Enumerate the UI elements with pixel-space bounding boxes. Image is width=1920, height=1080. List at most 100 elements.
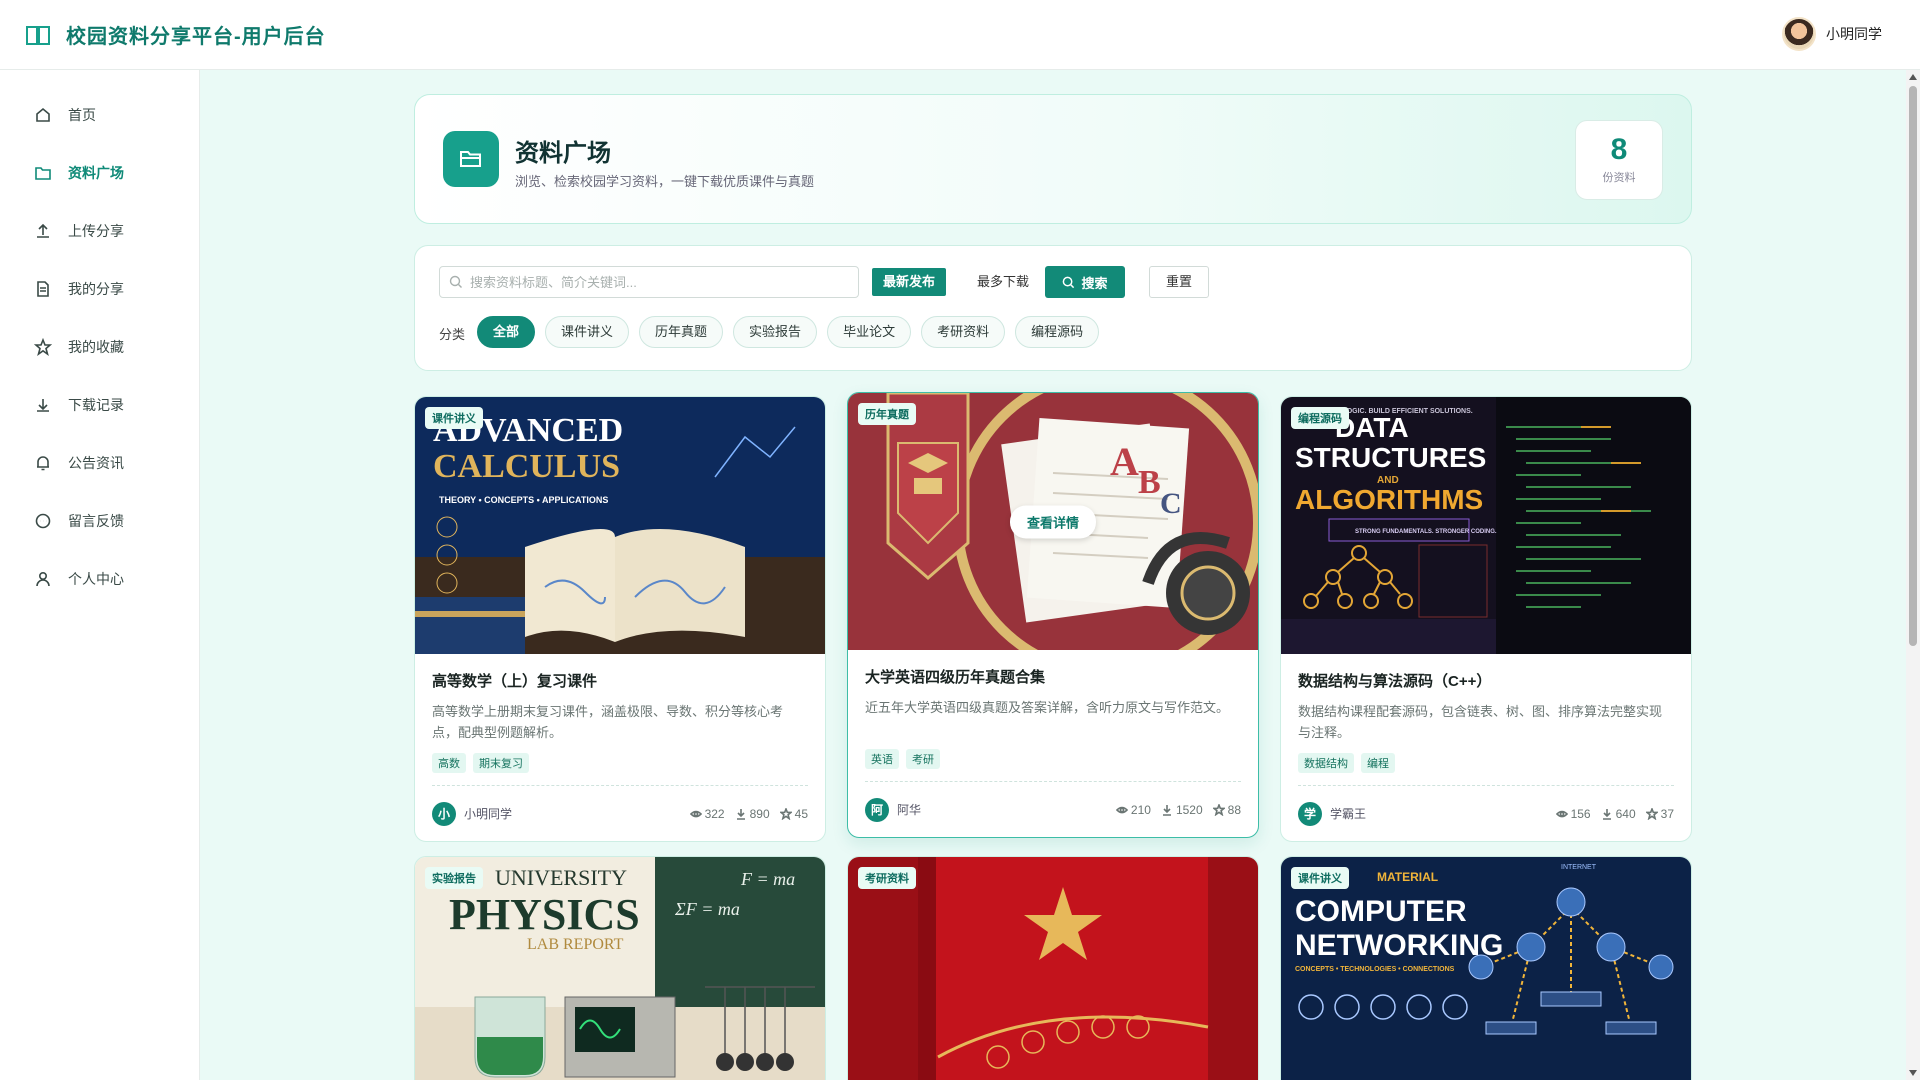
resource-card[interactable]: MATERIAL COMPUTER NETWORKING CONCEPTS • …: [1280, 856, 1692, 1080]
message-icon: [35, 513, 51, 529]
sidebar-item-label: 下载记录: [68, 397, 124, 413]
top-bar: 校园资料分享平台-用户后台 小明同学: [0, 0, 1920, 70]
sidebar-item-upload[interactable]: 上传分享: [0, 202, 199, 260]
category-chip-postgrad[interactable]: 考研资料: [921, 316, 1006, 348]
sidebar-item-resource-square[interactable]: 资料广场: [0, 144, 199, 202]
category-chip-courseware[interactable]: 课件讲义: [545, 316, 630, 348]
category-badge: 历年真题: [858, 403, 916, 425]
cover-formula-1: F = ma: [740, 869, 795, 889]
category-chip-all[interactable]: 全部: [477, 316, 536, 348]
scroll-thumb[interactable]: [1909, 86, 1917, 646]
reset-button[interactable]: 重置: [1149, 266, 1209, 298]
sidebar-item-downloads[interactable]: 下载记录: [0, 376, 199, 434]
sort-latest-button[interactable]: 最新发布: [872, 268, 947, 296]
search-icon: [1063, 276, 1075, 288]
card-cover: A B C 历年真题 查看详情: [848, 393, 1258, 650]
star-icon: [779, 807, 792, 820]
scroll-up-arrow-icon[interactable]: [1909, 74, 1917, 80]
sidebar-item-label: 我的分享: [68, 281, 124, 297]
download-icon: [1602, 808, 1611, 820]
resource-count-label: 份资料: [1602, 172, 1636, 184]
author-name: 小明同学: [464, 807, 513, 821]
card-cover: ADVANCED CALCULUS THEORY • CONCEPTS • AP…: [415, 397, 825, 654]
cover-subtitle: CONCEPTS • TECHNOLOGIES • CONNECTIONS: [1295, 966, 1455, 973]
cover-subtitle: STRONG FUNDAMENTALS. STRONGER CODING.: [1355, 529, 1497, 535]
star-count-value: 45: [794, 806, 808, 821]
download-icon: [736, 808, 745, 820]
sidebar-item-profile[interactable]: 个人中心: [0, 550, 199, 608]
card-cover: F = ma ΣF = ma UNIVERSITY PHYSICS LAB RE…: [415, 857, 825, 1080]
cover-title-line2: STRUCTURES: [1295, 442, 1486, 473]
author-name: 阿华: [897, 803, 922, 817]
card-stats: 156 640 37: [1555, 806, 1674, 821]
card-cover: 考研资料: [848, 857, 1258, 1080]
resource-card[interactable]: 考研资料: [847, 856, 1259, 1080]
download-count-value: 1520: [1175, 802, 1203, 817]
card-footer: 学 学霸王 156 640 37: [1298, 785, 1674, 841]
category-chip-past-exams[interactable]: 历年真题: [639, 316, 724, 348]
page-subtitle: 浏览、检索校园学习资料，一键下载优质课件与真题: [515, 174, 815, 189]
sidebar-item-favorites[interactable]: 我的收藏: [0, 318, 199, 376]
sidebar: 首页 资料广场 上传分享 我的分享 我的收藏 下载记录 公告资讯 留言反馈 个人…: [0, 70, 200, 1080]
view-count: 210: [1115, 802, 1151, 817]
card-title[interactable]: 数据结构与算法源码（C++）: [1298, 670, 1674, 691]
sort-downloads-button[interactable]: 最多下载: [967, 268, 1039, 296]
search-button-label: 搜索: [1081, 275, 1108, 291]
page-scrollbar[interactable]: [1906, 70, 1920, 1080]
eye-icon: [689, 810, 702, 817]
calculus-cover-image: ADVANCED CALCULUS THEORY • CONCEPTS • AP…: [415, 397, 825, 654]
category-badge: 课件讲义: [1291, 867, 1349, 889]
resource-card[interactable]: MASTER THE LOGIC. BUILD EFFICIENT SOLUTI…: [1280, 396, 1692, 842]
category-chip-lab-reports[interactable]: 实验报告: [733, 316, 818, 348]
folder-icon: [35, 167, 51, 180]
card-title[interactable]: 大学英语四级历年真题合集: [865, 666, 1241, 687]
author-avatar: 小: [432, 801, 456, 826]
sidebar-item-feedback[interactable]: 留言反馈: [0, 492, 199, 550]
cover-title-line1: COMPUTER: [1295, 895, 1467, 928]
resource-count: 8: [1610, 133, 1628, 166]
search-button[interactable]: 搜索: [1045, 266, 1125, 298]
category-chips: 全部 课件讲义 历年真题 实验报告 毕业论文 考研资料 编程源码: [477, 316, 1100, 348]
star-count-value: 88: [1227, 802, 1241, 817]
category-chip-source-code[interactable]: 编程源码: [1015, 316, 1100, 348]
card-description: 数据结构课程配套源码，包含链表、树、图、排序算法完整实现与注释。: [1298, 704, 1663, 740]
card-body: 数据结构与算法源码（C++） 数据结构课程配套源码，包含链表、树、图、排序算法完…: [1281, 654, 1691, 773]
star-icon: [1212, 803, 1225, 816]
download-count-value: 640: [1615, 806, 1636, 821]
networking-cover-image: MATERIAL COMPUTER NETWORKING CONCEPTS • …: [1281, 857, 1691, 1080]
card-cover: MASTER THE LOGIC. BUILD EFFICIENT SOLUTI…: [1281, 397, 1691, 654]
card-title[interactable]: 高等数学（上）复习课件: [432, 670, 808, 691]
tag: 数据结构: [1298, 753, 1354, 773]
sidebar-item-my-shares[interactable]: 我的分享: [0, 260, 199, 318]
brand[interactable]: 校园资料分享平台-用户后台: [24, 20, 326, 49]
view-detail-button[interactable]: 查看详情: [1009, 505, 1097, 538]
upload-icon: [37, 223, 49, 238]
resource-card[interactable]: A B C 历年真题 查看详情 大学英语四级历年真题合集 近五年大学英语四级真题…: [847, 392, 1259, 838]
download-count: 890: [735, 807, 770, 821]
sidebar-item-announcements[interactable]: 公告资讯: [0, 434, 199, 492]
cover-internet-label: INTERNET: [1561, 864, 1597, 871]
view-count: 322: [689, 807, 725, 821]
star-icon: [1645, 807, 1658, 820]
download-count: 640: [1601, 807, 1636, 821]
category-chip-theses[interactable]: 毕业论文: [827, 316, 912, 348]
resource-card[interactable]: ADVANCED CALCULUS THEORY • CONCEPTS • AP…: [414, 396, 826, 842]
search-input[interactable]: [439, 266, 859, 298]
user-menu[interactable]: 小明同学: [1782, 17, 1882, 51]
download-count-value: 890: [749, 806, 770, 821]
tag-list: 英语 考研: [865, 749, 1241, 769]
star-count: 45: [779, 806, 808, 821]
postgrad-cover-image: [848, 857, 1258, 1080]
star-count-value: 37: [1660, 806, 1674, 821]
eye-icon: [1555, 810, 1568, 817]
view-count-value: 210: [1130, 802, 1151, 817]
scroll-down-arrow-icon[interactable]: [1909, 1070, 1917, 1076]
sidebar-item-label: 留言反馈: [68, 513, 124, 529]
sidebar-item-home[interactable]: 首页: [0, 86, 199, 144]
tag: 英语: [865, 749, 899, 769]
app-title: 校园资料分享平台-用户后台: [66, 26, 326, 48]
author-avatar: 阿: [865, 797, 889, 822]
filter-panel: 最新发布 最多下载 搜索 重置 分类 全部 课件讲义 历年真题 实验报告 毕业论…: [414, 245, 1692, 371]
resource-card[interactable]: F = ma ΣF = ma UNIVERSITY PHYSICS LAB RE…: [414, 856, 826, 1080]
algorithms-cover-image: MASTER THE LOGIC. BUILD EFFICIENT SOLUTI…: [1281, 397, 1691, 654]
